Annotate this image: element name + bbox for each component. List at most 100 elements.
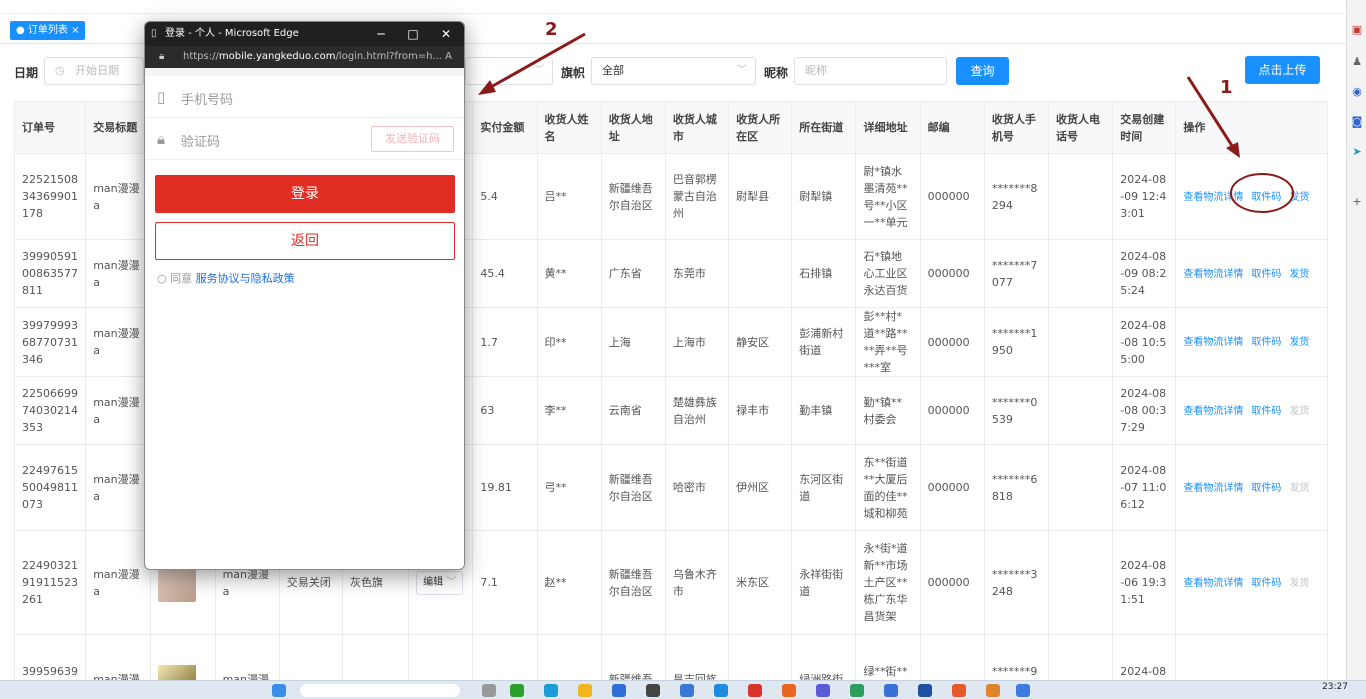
pickup-code-link[interactable]: 取件码 [1251,192,1281,203]
app-icon-blue-5[interactable] [1016,684,1030,697]
chevron-down-icon: ﹀ [443,576,457,588]
province-cell: 新疆维吾 [600,634,666,681]
title-cell: man漫漫 [85,634,152,681]
close-icon[interactable]: ✕ [434,22,458,46]
phone-cell: *******7077 [983,239,1050,308]
pickup-code-link[interactable]: 取件码 [1251,406,1281,417]
title-cell: man漫漫a [85,307,152,377]
code-input[interactable]: 验证码 [181,131,220,150]
phone-input[interactable]: 手机号码 [181,89,233,108]
sidebar-add-icon[interactable]: + [1350,196,1364,208]
view-logistics-link[interactable]: 查看物流详情 [1183,406,1243,417]
read-aloud-icon[interactable]: A [445,46,452,68]
taskview-icon[interactable] [482,684,496,697]
edge-icon[interactable] [544,684,558,697]
send-code-button[interactable]: 发送验证码 [371,126,454,152]
order-id-cell: 2250669974030214353 [14,376,87,445]
city-cell: 上海市 [664,307,730,377]
phone-row[interactable]: ▯ 手机号码 [145,76,464,118]
app-icon-orange-3[interactable] [986,684,1000,697]
sidebar-app-icon[interactable]: ▣ [1350,24,1364,36]
province-cell: 新疆维吾尔自治区 [600,530,666,635]
app-icon-orange-2[interactable] [952,684,966,697]
tel-cell [1048,444,1114,531]
city-cell: 乌鲁木齐市 [664,530,730,635]
upload-button[interactable]: 点击上传 [1245,56,1320,84]
view-logistics-link[interactable]: 查看物流详情 [1183,192,1243,203]
order-id-cell: 2249032191911523261 [14,530,87,635]
flag-select[interactable]: 全部 ﹀ [591,57,756,85]
title-cell: man漫漫a [85,444,152,531]
ship-link[interactable]: 发货 [1289,578,1309,589]
pickup-code-link[interactable]: 取件码 [1251,483,1281,494]
district-cell: 米东区 [728,530,793,635]
start-icon[interactable] [272,684,286,697]
address-cell: 绿**街**路管理** [855,634,921,681]
app-icon-purple[interactable] [816,684,830,697]
tab-order-list[interactable]: ● 订单列表 × [10,21,86,40]
ship-link[interactable]: 发货 [1289,406,1309,417]
sidebar-send-icon[interactable]: ➤ [1350,146,1364,158]
column-header: 收货人城市 [664,101,730,154]
pickup-code-link[interactable]: 取件码 [1251,337,1281,348]
sidebar-copilot-icon[interactable]: ◉ [1350,86,1364,98]
agreement-link[interactable]: 服务协议与隐私政策 [196,272,295,285]
table-row: 399596396man漫漫man漫漫新疆维吾昌吉回族绿洲路街绿**街**路管理… [14,634,1328,681]
edit-cell [408,634,474,681]
nick-input[interactable]: 昵称 [794,57,947,85]
date-start-input[interactable]: ◷ 开始日期 [44,57,144,85]
maximize-icon[interactable]: □ [401,22,425,46]
app-icon-dark[interactable] [646,684,660,697]
agree-text: 同意 [170,272,193,285]
edit-dropdown[interactable]: 编辑 ﹀ [416,570,464,595]
sidebar-people-icon[interactable]: ♟ [1350,56,1364,68]
view-logistics-link[interactable]: 查看物流详情 [1183,483,1243,494]
pickup-code-link[interactable]: 取件码 [1251,578,1281,589]
app-icon-navy[interactable] [918,684,932,697]
tel-cell [1048,530,1114,635]
province-cell: 上海 [600,307,666,377]
app-icon-red[interactable] [748,684,762,697]
phone-cell: *******918 [983,634,1050,681]
agree-radio[interactable]: ○ [157,272,167,285]
windows-taskbar: 23:27 [0,680,1366,699]
ship-link[interactable]: 发货 [1289,192,1309,203]
amount-cell: 45.4 [472,239,538,308]
status-select[interactable]: ﹀ [465,57,553,85]
app-icon-blue-4[interactable] [884,684,898,697]
product-thumbnail[interactable] [158,664,197,681]
explorer-icon[interactable] [578,684,592,697]
query-button[interactable]: 查询 [956,57,1009,85]
ship-link[interactable]: 发货 [1289,269,1309,280]
status-cell [278,634,343,681]
sidebar-outlook-icon[interactable]: ◙ [1350,116,1364,128]
app-icon-orange[interactable] [782,684,796,697]
login-button[interactable]: 登录 [155,175,455,213]
order-id-cell: 2249761550049811073 [14,444,87,531]
app-icon-green[interactable] [510,684,524,697]
app-icon-blue-2[interactable] [680,684,694,697]
view-logistics-link[interactable]: 查看物流详情 [1183,337,1243,348]
tel-cell [1048,634,1114,681]
popup-address-bar[interactable]: 🔒︎ https://mobile.yangkeduo.com/login.ht… [145,46,464,68]
back-button[interactable]: 返回 [155,222,455,260]
ship-link[interactable]: 发货 [1289,483,1309,494]
app-icon-green-2[interactable] [850,684,864,697]
view-logistics-link[interactable]: 查看物流详情 [1183,578,1243,589]
zip-cell: 000000 [919,444,985,531]
column-header: 收货人电话号 [1048,101,1114,154]
phone-cell: *******3248 [983,530,1050,635]
code-row[interactable]: 🔒︎ 验证码 发送验证码 [145,118,464,160]
view-logistics-link[interactable]: 查看物流详情 [1183,269,1243,280]
province-cell: 新疆维吾尔自治区 [600,153,666,240]
app-icon-blue-3[interactable] [714,684,728,697]
taskbar-search-icon[interactable] [300,684,460,697]
order-id-cell: 3997999368770731346 [14,307,87,377]
pickup-code-link[interactable]: 取件码 [1251,269,1281,280]
minimize-icon[interactable]: ─ [369,22,393,46]
ship-link[interactable]: 发货 [1289,337,1309,348]
app-icon-blue[interactable] [612,684,626,697]
phone-cell: *******8294 [983,153,1050,240]
zip-cell [919,634,985,681]
phone-icon: ▯ [157,88,166,106]
